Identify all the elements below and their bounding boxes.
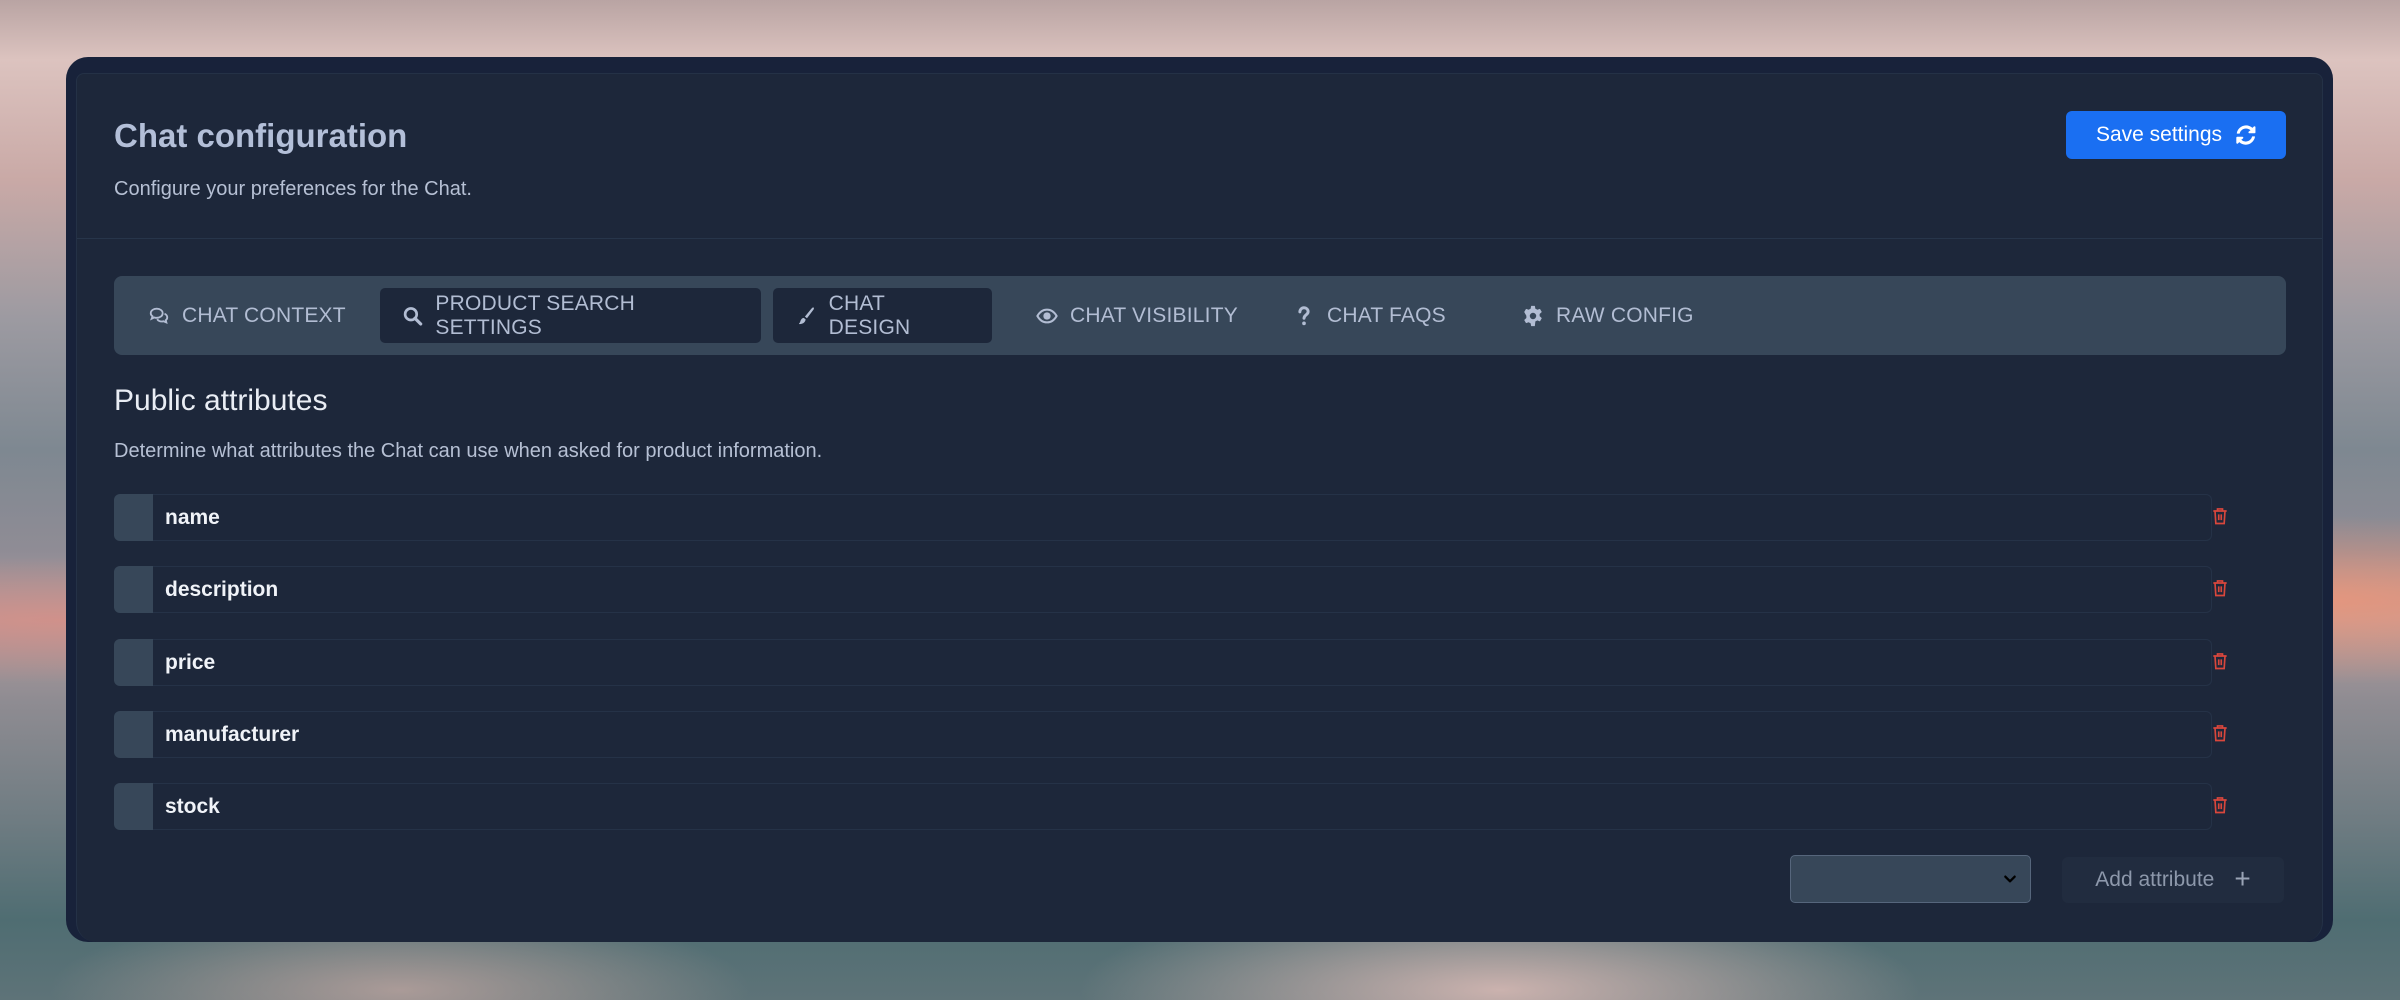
question-icon bbox=[1298, 305, 1310, 325]
tab-label: CHAT VISIBILITY bbox=[1070, 303, 1238, 327]
page-title: Chat configuration bbox=[114, 117, 408, 154]
tab-label: CHAT DESIGN bbox=[828, 291, 911, 339]
trash-icon bbox=[2213, 797, 2227, 814]
chat-configuration-card: Chat configuration Configure your prefer… bbox=[66, 57, 2333, 942]
trash-icon bbox=[2213, 508, 2227, 525]
search-icon bbox=[403, 306, 423, 326]
attribute-input[interactable] bbox=[153, 494, 2212, 541]
settings-tabs: CHAT CONTEXT PRODUCT SEARCH SETTINGS CHA… bbox=[114, 276, 2286, 355]
tab-chat-design[interactable]: CHAT DESIGN bbox=[773, 288, 992, 343]
tab-label: CHAT CONTEXT bbox=[182, 303, 346, 327]
drag-handle[interactable] bbox=[114, 566, 153, 613]
add-attribute-button[interactable]: Add attribute + bbox=[2062, 857, 2284, 903]
tab-chat-visibility[interactable]: CHAT VISIBILITY bbox=[1014, 288, 1260, 343]
settings-panel: Chat configuration Configure your prefer… bbox=[76, 73, 2323, 942]
attribute-input[interactable] bbox=[153, 639, 2212, 686]
eye-icon bbox=[1036, 308, 1058, 323]
attribute-row bbox=[114, 639, 2212, 686]
plus-icon: + bbox=[2234, 862, 2251, 894]
delete-attribute-button[interactable] bbox=[2210, 795, 2234, 819]
attribute-input[interactable] bbox=[153, 566, 2212, 613]
public-attributes-description: Determine what attributes the Chat can u… bbox=[114, 440, 823, 462]
refresh-icon bbox=[2236, 125, 2256, 145]
attribute-select[interactable] bbox=[1790, 855, 2031, 903]
attribute-input[interactable] bbox=[153, 711, 2212, 758]
public-attributes-title: Public attributes bbox=[114, 384, 328, 417]
comments-icon bbox=[149, 307, 169, 324]
tab-label: CHAT FAQs bbox=[1327, 303, 1446, 327]
page-header: Chat configuration Configure your prefer… bbox=[77, 74, 2322, 239]
tab-label: PRODUCT SEARCH SETTINGS bbox=[435, 291, 635, 339]
attribute-row bbox=[114, 566, 2212, 613]
tab-chat-faqs[interactable]: CHAT FAQs bbox=[1271, 288, 1468, 343]
delete-attribute-button[interactable] bbox=[2210, 723, 2234, 747]
drag-handle[interactable] bbox=[114, 783, 153, 830]
drag-handle[interactable] bbox=[114, 494, 153, 541]
attribute-input[interactable] bbox=[153, 783, 2212, 830]
tab-chat-context[interactable]: CHAT CONTEXT bbox=[126, 288, 368, 343]
drag-handle[interactable] bbox=[114, 711, 153, 758]
attribute-row bbox=[114, 783, 2212, 830]
page-subtitle: Configure your preferences for the Chat. bbox=[114, 178, 472, 200]
attribute-row bbox=[114, 494, 2212, 541]
attribute-row bbox=[114, 711, 2212, 758]
gear-icon bbox=[1524, 305, 1542, 326]
attribute-select-wrapper bbox=[1790, 855, 2031, 903]
save-settings-label: Save settings bbox=[2095, 123, 2223, 146]
paint-brush-icon bbox=[799, 306, 814, 324]
delete-attribute-button[interactable] bbox=[2210, 651, 2234, 675]
delete-attribute-button[interactable] bbox=[2210, 578, 2234, 602]
tab-raw-config[interactable]: RAW CONFIG bbox=[1500, 288, 1716, 343]
save-settings-button[interactable]: Save settings bbox=[2066, 111, 2286, 159]
drag-handle[interactable] bbox=[114, 639, 153, 686]
trash-icon bbox=[2213, 653, 2227, 670]
trash-icon bbox=[2213, 725, 2227, 742]
tab-label: RAW CONFIG bbox=[1556, 303, 1694, 327]
delete-attribute-button[interactable] bbox=[2210, 506, 2234, 530]
tab-product-search-settings[interactable]: PRODUCT SEARCH SETTINGS bbox=[380, 288, 761, 343]
add-attribute-label: Add attribute bbox=[2095, 868, 2215, 891]
trash-icon bbox=[2213, 580, 2227, 597]
